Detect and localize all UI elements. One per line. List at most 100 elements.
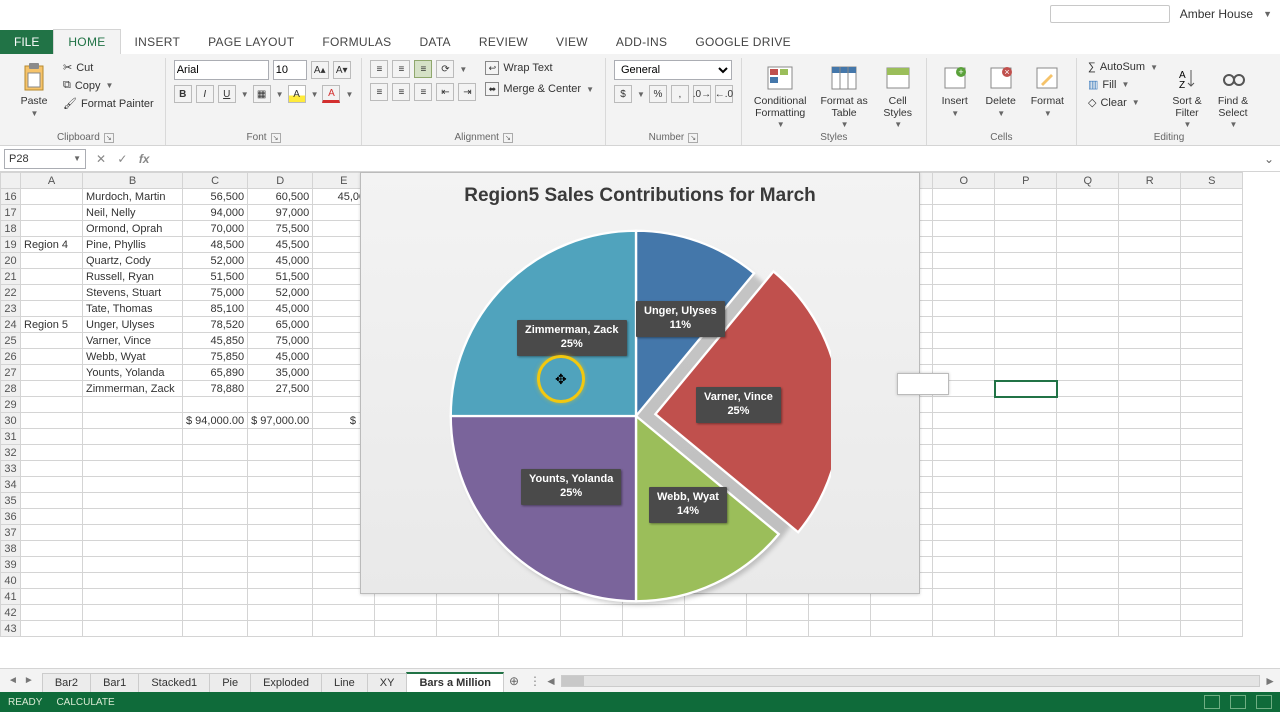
- row-header-19[interactable]: 19: [1, 237, 21, 253]
- clipboard-launcher[interactable]: ↘: [104, 133, 114, 143]
- cell-C34[interactable]: [183, 477, 248, 493]
- cell-Q26[interactable]: [1057, 349, 1119, 365]
- cell-Q29[interactable]: [1057, 397, 1119, 413]
- cell-A24[interactable]: Region 5: [21, 317, 83, 333]
- decrease-font-button[interactable]: A▾: [333, 61, 351, 79]
- cell-P18[interactable]: [995, 221, 1057, 237]
- cell-R22[interactable]: [1119, 285, 1181, 301]
- sheet-nav-first[interactable]: ◄: [8, 675, 18, 686]
- cell-S23[interactable]: [1181, 301, 1243, 317]
- cell-D26[interactable]: 45,000: [248, 349, 313, 365]
- row-header-24[interactable]: 24: [1, 317, 21, 333]
- number-launcher[interactable]: ↘: [688, 133, 698, 143]
- cell-C35[interactable]: [183, 493, 248, 509]
- sheet-tab-bar1[interactable]: Bar1: [90, 673, 139, 692]
- cell-D27[interactable]: 35,000: [248, 365, 313, 381]
- cell-S28[interactable]: [1181, 381, 1243, 397]
- hscroll-right[interactable]: ►: [1264, 674, 1276, 688]
- cell-O40[interactable]: [933, 573, 995, 589]
- cell-S43[interactable]: [1181, 621, 1243, 637]
- bold-button[interactable]: B: [174, 85, 192, 103]
- cell-O37[interactable]: [933, 525, 995, 541]
- cell-S40[interactable]: [1181, 573, 1243, 589]
- row-header-34[interactable]: 34: [1, 477, 21, 493]
- cell-C17[interactable]: 94,000: [183, 205, 248, 221]
- wrap-text-button[interactable]: ↩Wrap Text: [482, 60, 597, 76]
- cell-R35[interactable]: [1119, 493, 1181, 509]
- cell-N43[interactable]: [871, 621, 933, 637]
- cell-C29[interactable]: [183, 397, 248, 413]
- cell-C37[interactable]: [183, 525, 248, 541]
- cell-B27[interactable]: Younts, Yolanda: [83, 365, 183, 381]
- cell-D17[interactable]: 97,000: [248, 205, 313, 221]
- cell-C41[interactable]: [183, 589, 248, 605]
- cell-styles-button[interactable]: Cell Styles▼: [878, 60, 918, 132]
- cell-P36[interactable]: [995, 509, 1057, 525]
- cell-A20[interactable]: [21, 253, 83, 269]
- cell-C31[interactable]: [183, 429, 248, 445]
- cell-R17[interactable]: [1119, 205, 1181, 221]
- col-header-P[interactable]: P: [995, 173, 1057, 189]
- cell-O30[interactable]: [933, 413, 995, 429]
- cell-D41[interactable]: [248, 589, 313, 605]
- cell-O21[interactable]: [933, 269, 995, 285]
- cell-D30[interactable]: $ 97,000.00: [248, 413, 313, 429]
- row-header-41[interactable]: 41: [1, 589, 21, 605]
- cell-C16[interactable]: 56,500: [183, 189, 248, 205]
- cut-button[interactable]: ✂Cut: [60, 60, 157, 75]
- row-header-43[interactable]: 43: [1, 621, 21, 637]
- cell-S38[interactable]: [1181, 541, 1243, 557]
- col-header-S[interactable]: S: [1181, 173, 1243, 189]
- autosum-button[interactable]: ∑AutoSum▼: [1085, 60, 1161, 74]
- cell-B16[interactable]: Murdoch, Martin: [83, 189, 183, 205]
- cell-B33[interactable]: [83, 461, 183, 477]
- cell-S22[interactable]: [1181, 285, 1243, 301]
- cell-O31[interactable]: [933, 429, 995, 445]
- cell-P39[interactable]: [995, 557, 1057, 573]
- cell-S18[interactable]: [1181, 221, 1243, 237]
- cell-D23[interactable]: 45,000: [248, 301, 313, 317]
- row-header-22[interactable]: 22: [1, 285, 21, 301]
- cell-A36[interactable]: [21, 509, 83, 525]
- cell-Q18[interactable]: [1057, 221, 1119, 237]
- cell-P31[interactable]: [995, 429, 1057, 445]
- cell-P20[interactable]: [995, 253, 1057, 269]
- increase-decimal-button[interactable]: .0→: [693, 85, 711, 103]
- row-header-35[interactable]: 35: [1, 493, 21, 509]
- row-header-39[interactable]: 39: [1, 557, 21, 573]
- name-box[interactable]: P28▼: [4, 149, 86, 169]
- cell-B37[interactable]: [83, 525, 183, 541]
- paste-button[interactable]: Paste ▼: [14, 60, 54, 120]
- row-header-42[interactable]: 42: [1, 605, 21, 621]
- cell-R29[interactable]: [1119, 397, 1181, 413]
- cell-E42[interactable]: [313, 605, 375, 621]
- cell-C21[interactable]: 51,500: [183, 269, 248, 285]
- col-header-A[interactable]: A: [21, 173, 83, 189]
- tell-me-box[interactable]: [1050, 5, 1170, 23]
- cell-B34[interactable]: [83, 477, 183, 493]
- col-header-C[interactable]: C: [183, 173, 248, 189]
- cell-A26[interactable]: [21, 349, 83, 365]
- cell-D42[interactable]: [248, 605, 313, 621]
- sheet-nav-prev[interactable]: ►: [24, 675, 34, 686]
- cell-O17[interactable]: [933, 205, 995, 221]
- cell-O18[interactable]: [933, 221, 995, 237]
- cell-A30[interactable]: [21, 413, 83, 429]
- pie-slice-3[interactable]: [451, 416, 636, 601]
- cell-D43[interactable]: [248, 621, 313, 637]
- file-tab[interactable]: FILE: [0, 30, 53, 54]
- cell-C36[interactable]: [183, 509, 248, 525]
- cell-A31[interactable]: [21, 429, 83, 445]
- cell-A39[interactable]: [21, 557, 83, 573]
- cell-O42[interactable]: [933, 605, 995, 621]
- cell-A35[interactable]: [21, 493, 83, 509]
- cell-R19[interactable]: [1119, 237, 1181, 253]
- cell-O23[interactable]: [933, 301, 995, 317]
- cell-Q35[interactable]: [1057, 493, 1119, 509]
- cell-P40[interactable]: [995, 573, 1057, 589]
- cell-D22[interactable]: 52,000: [248, 285, 313, 301]
- cell-C43[interactable]: [183, 621, 248, 637]
- row-header-32[interactable]: 32: [1, 445, 21, 461]
- cell-Q43[interactable]: [1057, 621, 1119, 637]
- cell-A42[interactable]: [21, 605, 83, 621]
